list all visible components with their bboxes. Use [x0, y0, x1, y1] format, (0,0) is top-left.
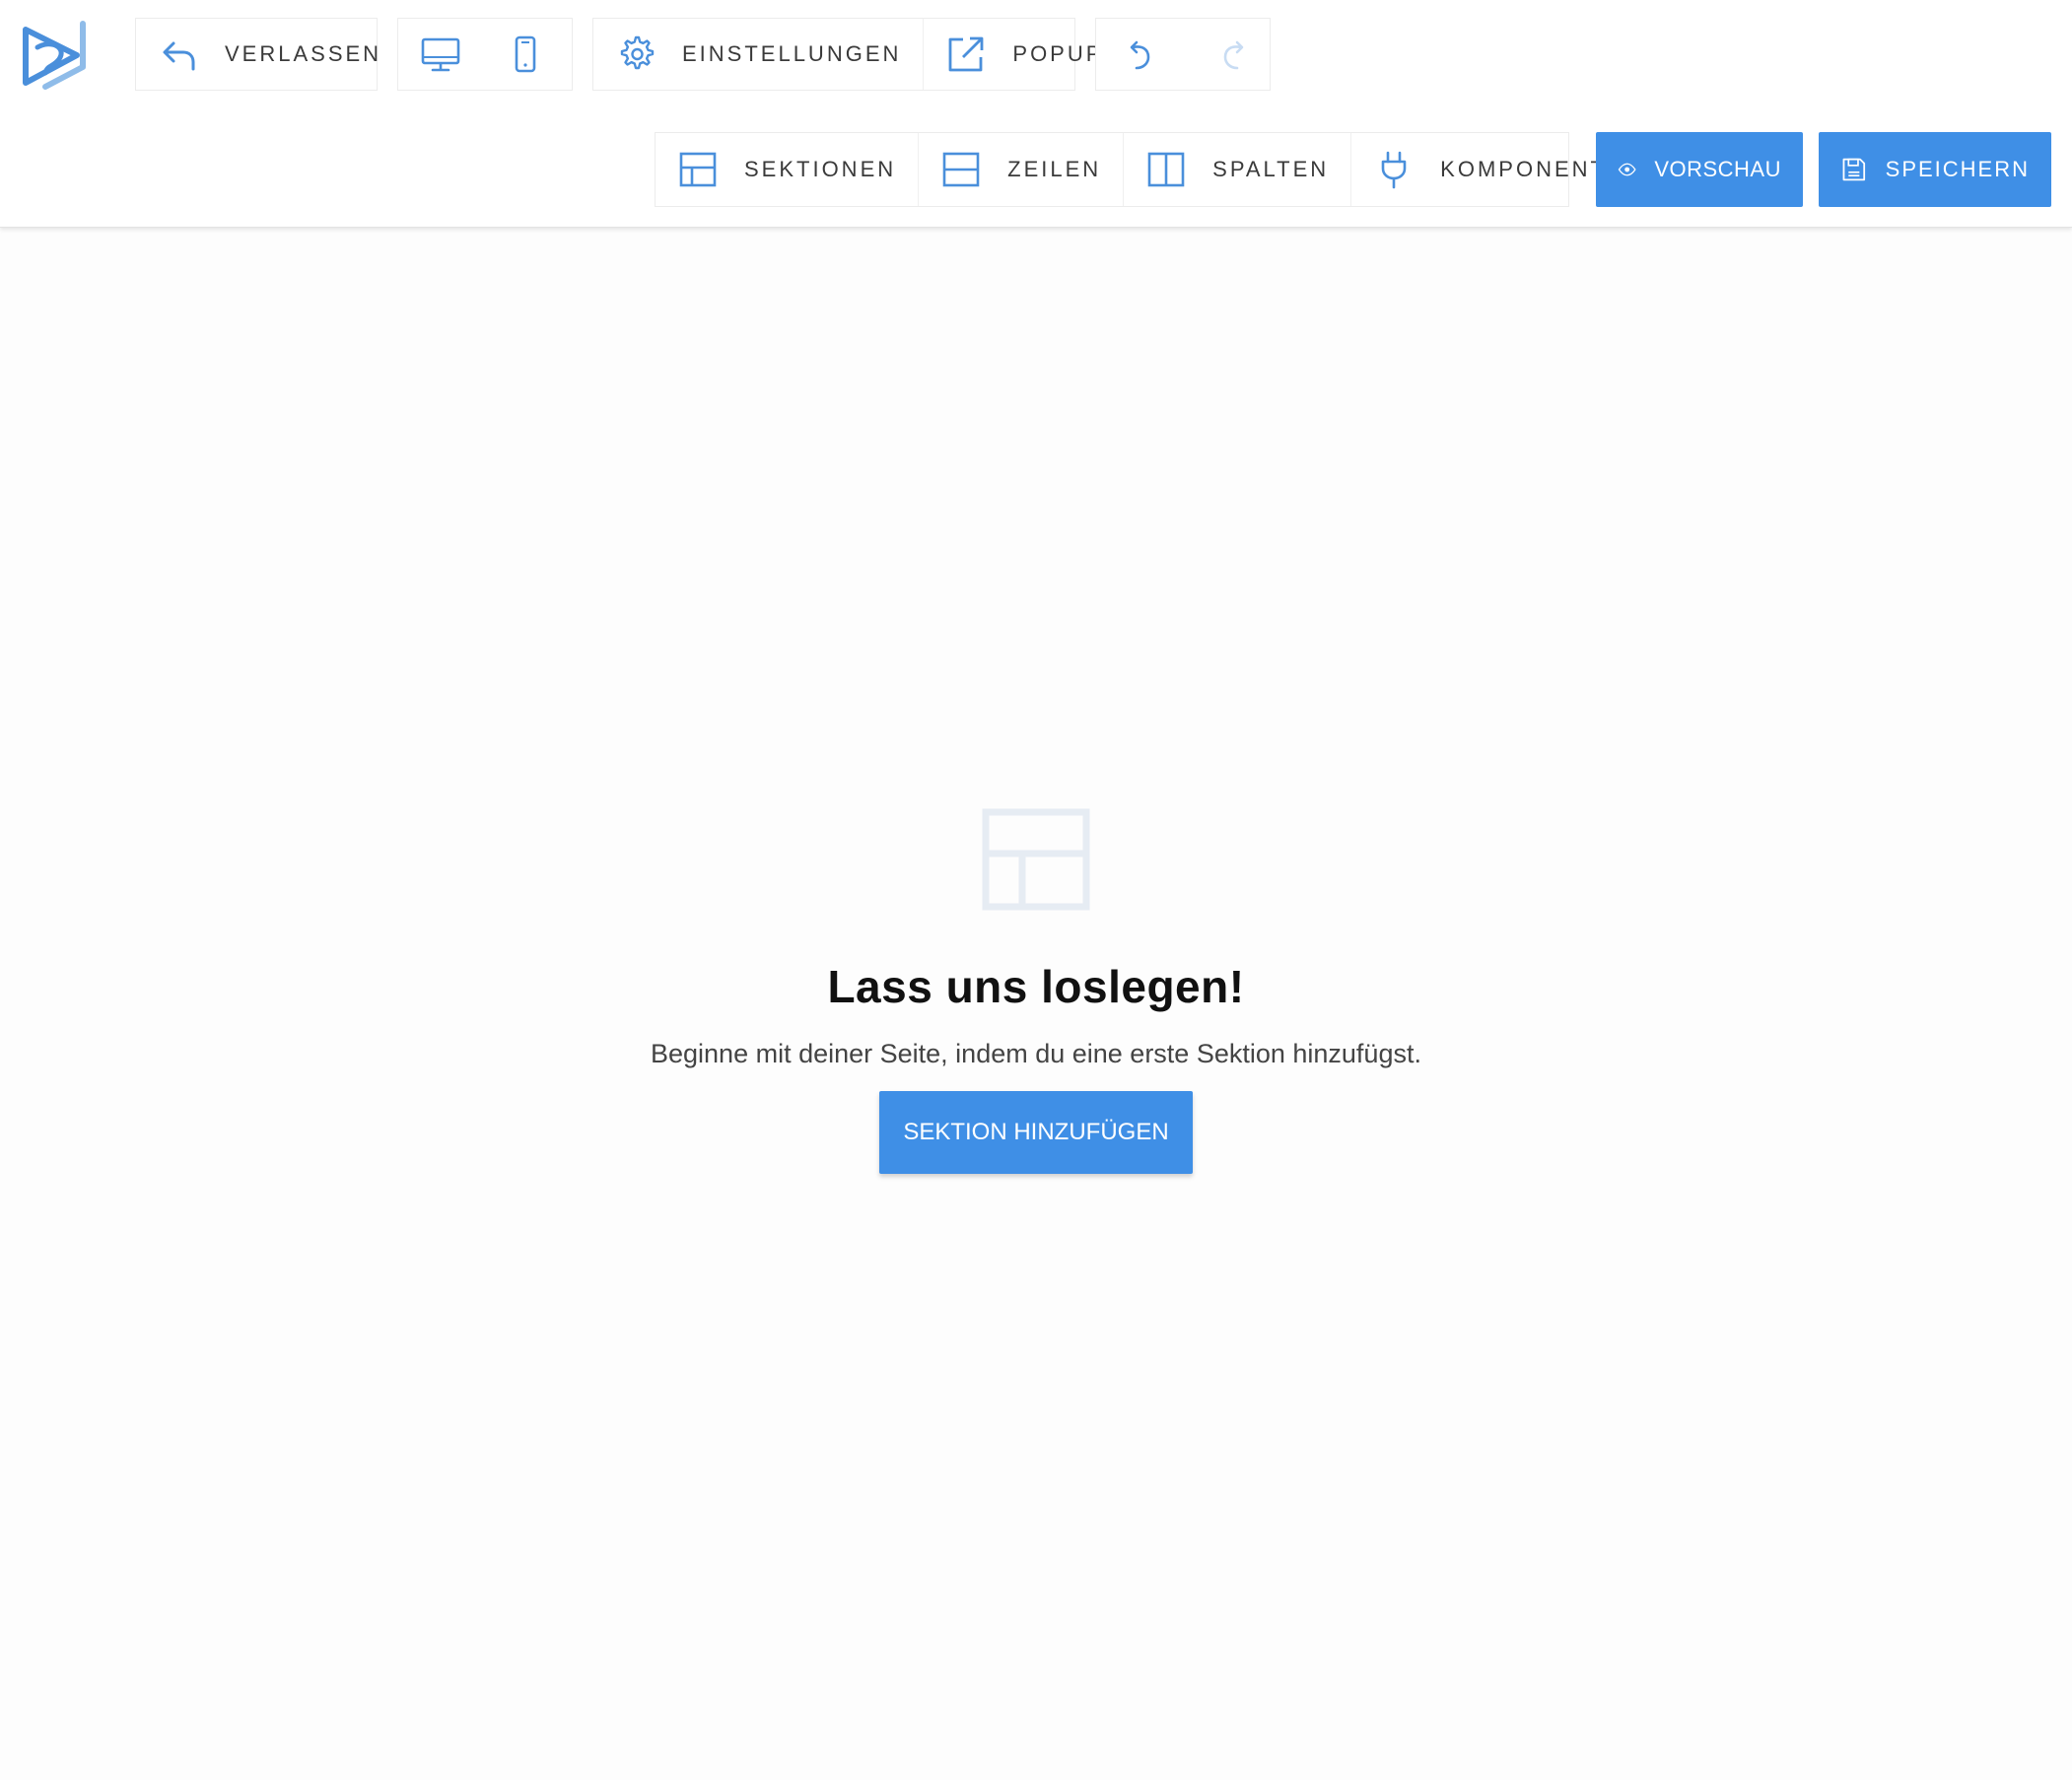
empty-state-title: Lass uns loslegen! — [827, 961, 1245, 1012]
redo-button[interactable] — [1187, 19, 1278, 90]
device-toggle-group — [397, 18, 573, 91]
exit-label: VERLASSEN — [225, 41, 382, 66]
mobile-icon — [515, 35, 536, 73]
sections-layout-icon — [679, 152, 717, 187]
sections-button[interactable]: SEKTIONEN — [656, 133, 918, 206]
gear-icon — [620, 35, 655, 70]
sections-layout-icon — [982, 808, 1090, 911]
rows-label: ZEILEN — [1007, 157, 1102, 181]
undo-button[interactable] — [1096, 19, 1187, 90]
popup-label: POPUP — [1012, 41, 1104, 66]
settings-label: EINSTELLUNGEN — [682, 41, 902, 66]
eye-icon — [1618, 163, 1636, 176]
floppy-disk-icon — [1842, 158, 1866, 181]
structure-group: SEKTIONEN ZEILEN SPALTEN KOMPONENTEN — [655, 132, 1640, 207]
columns-button[interactable]: SPALTEN — [1123, 133, 1350, 206]
rows-layout-icon — [942, 152, 980, 187]
mobile-view-button[interactable] — [483, 19, 568, 90]
save-label: SPEICHERN — [1885, 157, 2030, 181]
external-link-icon — [948, 36, 984, 72]
sections-label: SEKTIONEN — [744, 157, 897, 181]
desktop-view-button[interactable] — [398, 19, 483, 90]
exit-button[interactable]: VERLASSEN — [136, 19, 403, 90]
undo-icon — [1130, 40, 1150, 70]
plug-icon — [1381, 151, 1407, 189]
settings-button[interactable]: EINSTELLUNGEN — [593, 19, 923, 90]
settings-popup-group: EINSTELLUNGEN POPUP — [592, 18, 1100, 91]
rows-button[interactable]: ZEILEN — [918, 133, 1123, 206]
preview-label: VORSCHAU — [1654, 157, 1781, 181]
columns-label: SPALTEN — [1212, 157, 1330, 181]
columns-layout-icon — [1147, 152, 1185, 187]
desktop-icon — [421, 37, 460, 72]
preview-button[interactable]: VORSCHAU — [1596, 132, 1803, 207]
empty-state-description: Beginne mit deiner Seite, indem du eine … — [651, 1039, 1421, 1068]
app-logo-icon[interactable] — [18, 18, 93, 93]
editor-toolbar: VERLASSEN EINSTELLUNGEN POPUP SEKTIONEN … — [0, 0, 2072, 228]
redo-icon — [1223, 40, 1244, 70]
empty-state: Lass uns loslegen! Beginne mit deiner Se… — [0, 808, 2072, 1174]
history-group — [1095, 18, 1271, 91]
undo-arrow-icon — [163, 41, 195, 71]
add-section-button[interactable]: SEKTION HINZUFÜGEN — [879, 1091, 1193, 1174]
exit-group: VERLASSEN — [135, 18, 379, 91]
save-button[interactable]: SPEICHERN — [1819, 132, 2051, 207]
